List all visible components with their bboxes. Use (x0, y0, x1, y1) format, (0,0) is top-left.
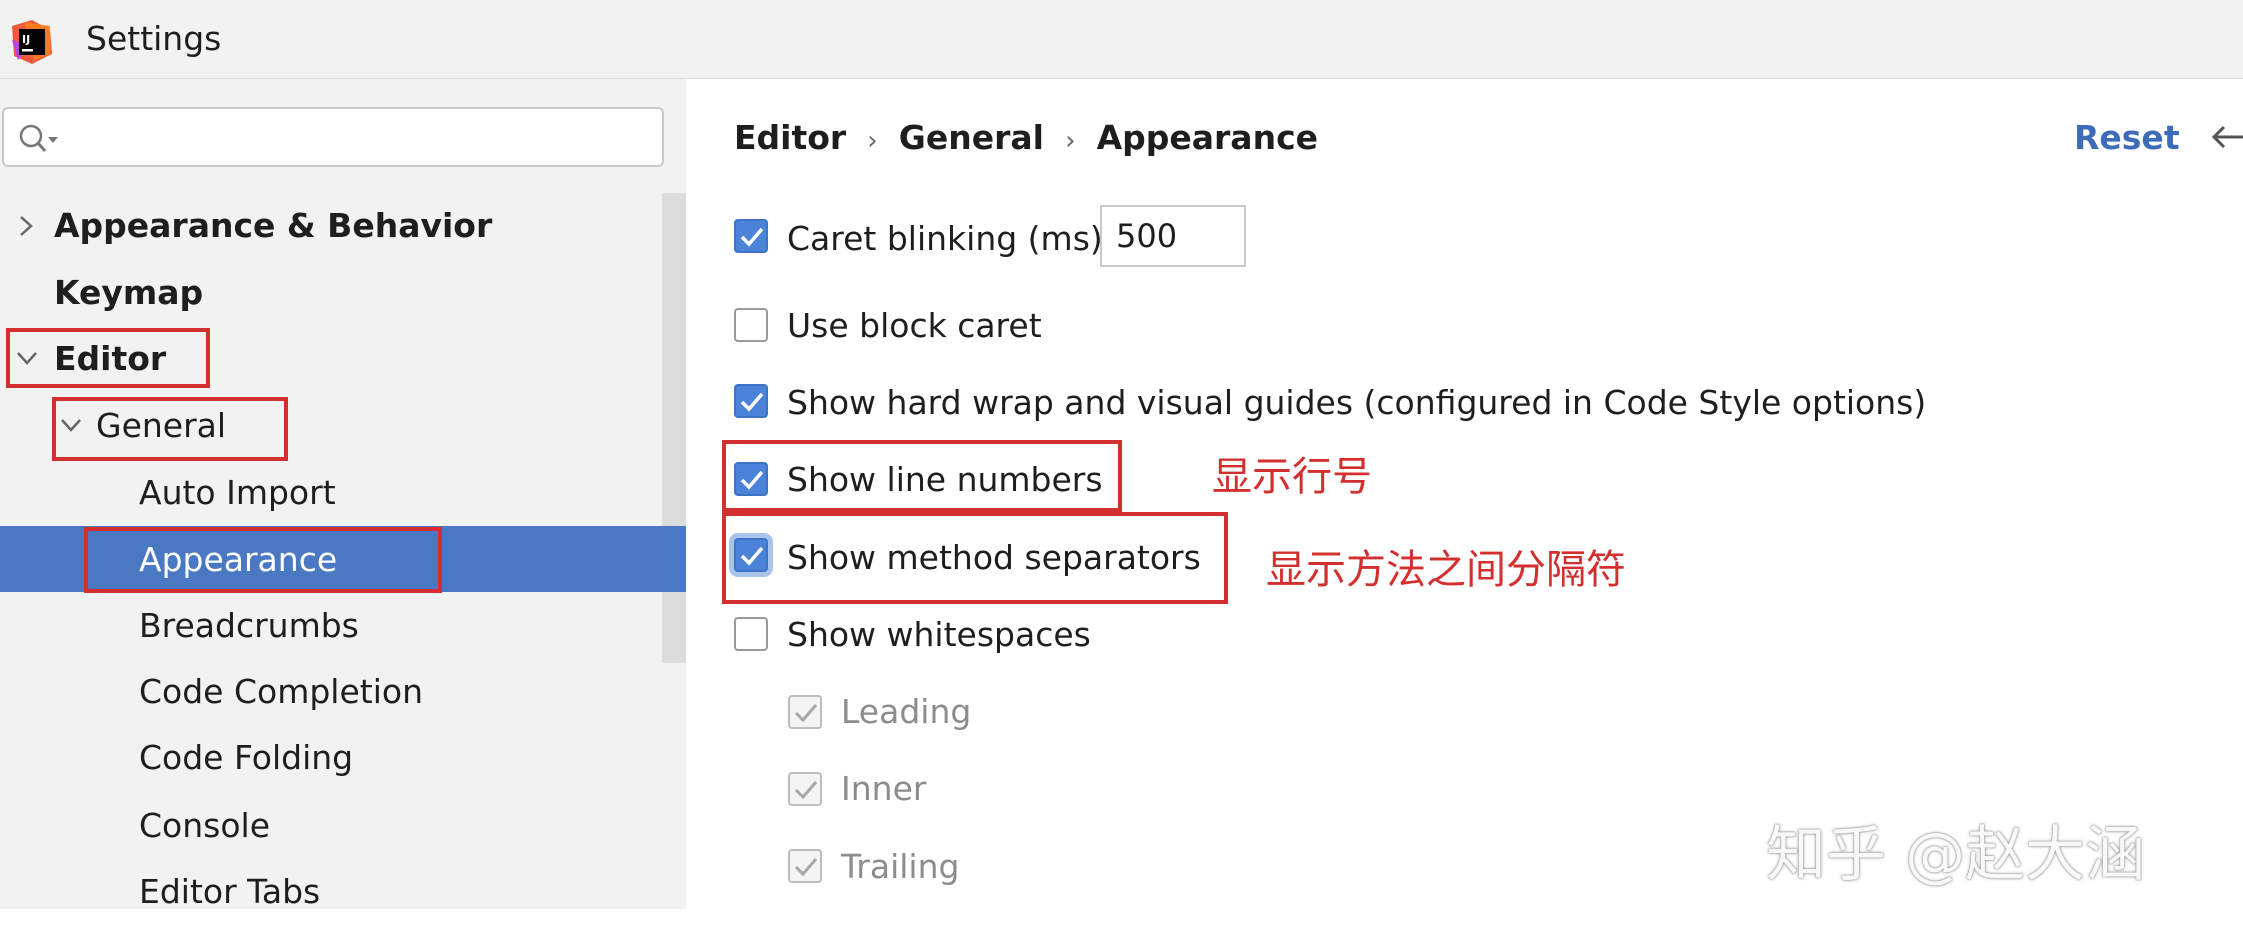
tree-item-auto-import[interactable]: Auto Import (139, 473, 336, 513)
tree-item-breadcrumbs[interactable]: Breadcrumbs (139, 606, 359, 646)
breadcrumb-editor[interactable]: Editor (734, 118, 846, 157)
annotation-box-editor (6, 328, 210, 388)
leading-checkbox[interactable] (788, 695, 822, 729)
back-arrow-icon[interactable] (2210, 120, 2243, 154)
whitespaces-label: Show whitespaces (787, 615, 1091, 654)
caret-blinking-label: Caret blinking (ms): (787, 219, 1114, 258)
breadcrumb-general[interactable]: General (899, 118, 1044, 157)
sidebar-scrollbar[interactable] (662, 193, 686, 663)
trailing-label: Trailing (841, 847, 960, 886)
breadcrumb-separator: › (1065, 126, 1076, 156)
intellij-logo-icon: IJ (12, 20, 52, 64)
use-block-caret-label: Use block caret (787, 306, 1042, 345)
watermark: 知乎 @赵大涵 (1766, 820, 2146, 890)
inner-checkbox[interactable] (788, 772, 822, 806)
leading-label: Leading (841, 692, 972, 731)
window-title: Settings (86, 19, 222, 58)
reset-button[interactable]: Reset (2074, 118, 2180, 157)
tree-item-console[interactable]: Console (139, 806, 270, 846)
tree-item-code-folding[interactable]: Code Folding (139, 738, 353, 778)
use-block-caret-checkbox[interactable] (734, 308, 768, 342)
annotation-box-general (52, 397, 288, 461)
hard-wrap-label: Show hard wrap and visual guides (config… (787, 383, 1927, 422)
annotation-box-line-numbers (722, 440, 1122, 512)
hard-wrap-checkbox[interactable] (734, 384, 768, 418)
caret-blinking-input[interactable] (1100, 205, 1246, 267)
settings-search-input[interactable] (2, 107, 664, 167)
tree-item-code-completion[interactable]: Code Completion (139, 672, 423, 712)
caret-blinking-checkbox[interactable] (734, 219, 768, 253)
title-bar: IJ Settings (0, 0, 2243, 79)
tree-item-editor-tabs[interactable]: Editor Tabs (139, 872, 320, 912)
annotation-box-method-separators (722, 512, 1228, 604)
tree-item-appearance-behavior[interactable]: Appearance & Behavior (54, 206, 492, 246)
tree-item-keymap[interactable]: Keymap (54, 273, 203, 313)
breadcrumb-separator: › (867, 126, 878, 156)
annotation-line-numbers: 显示行号 (1212, 454, 1372, 500)
settings-sidebar (0, 79, 686, 909)
annotation-box-appearance (84, 527, 442, 593)
breadcrumb: Editor › General › Appearance (734, 118, 1318, 157)
whitespaces-checkbox[interactable] (734, 617, 768, 651)
chevron-right-icon[interactable] (16, 213, 36, 239)
inner-label: Inner (841, 769, 927, 808)
search-icon (19, 124, 58, 152)
annotation-method-separators: 显示方法之间分隔符 (1266, 547, 1626, 593)
svg-text:IJ: IJ (22, 33, 30, 46)
trailing-checkbox[interactable] (788, 849, 822, 883)
breadcrumb-appearance: Appearance (1096, 118, 1319, 157)
